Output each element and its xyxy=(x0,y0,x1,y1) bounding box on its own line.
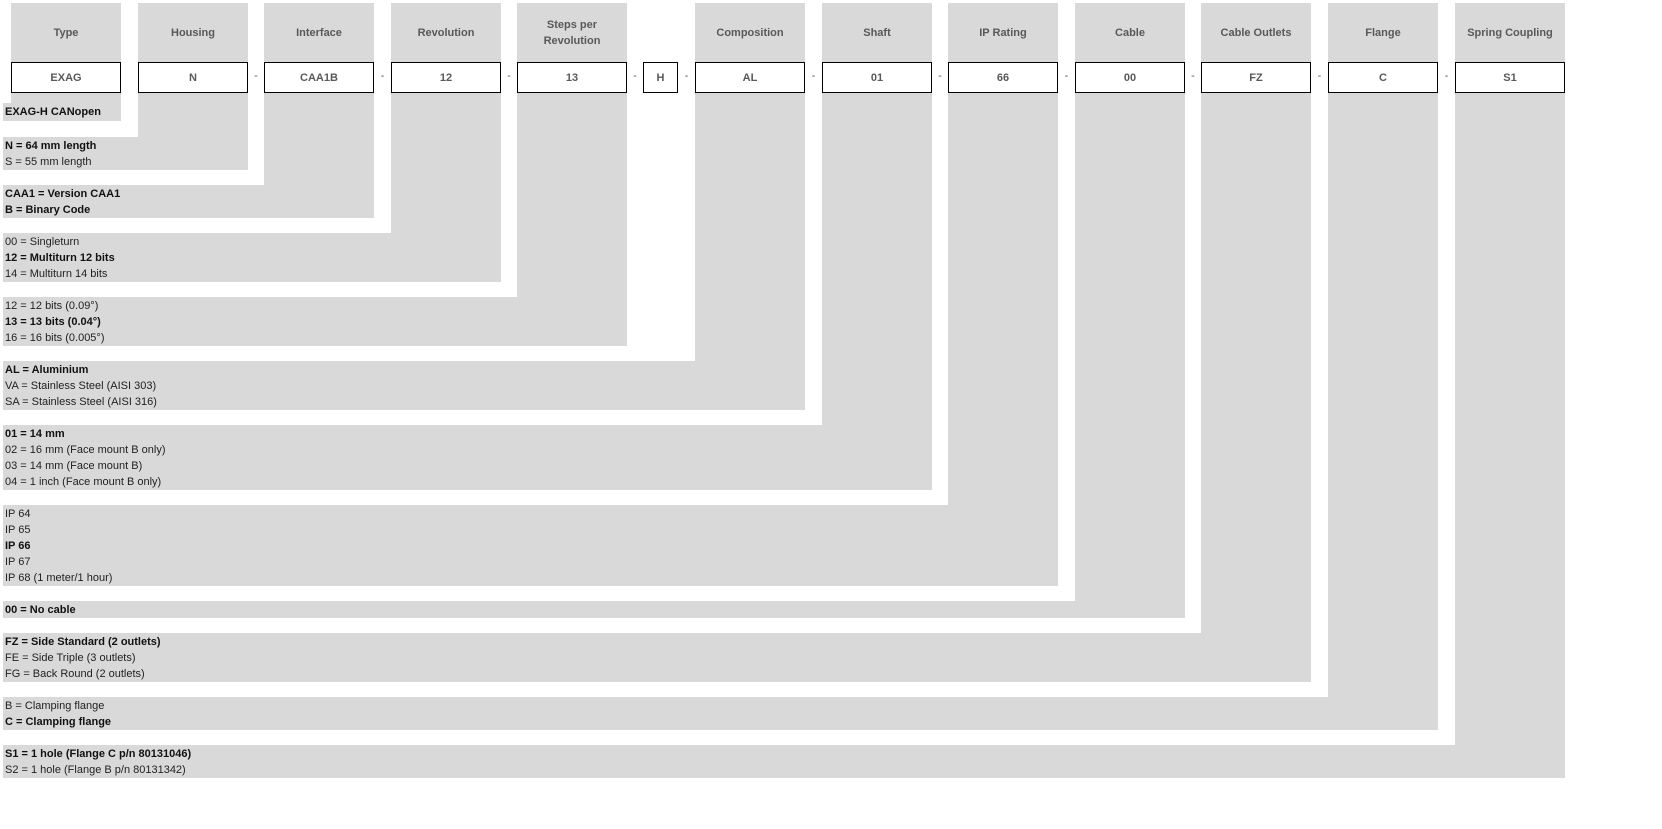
option-item: 00 = Singleturn xyxy=(5,236,80,248)
code-box-cable-outlets: FZ xyxy=(1201,62,1311,93)
option-item: IP 64 xyxy=(5,508,31,520)
options-revolution: 00 = Singleturn 12 = Multiturn 12 bits 14 … xyxy=(3,233,501,282)
option-item: S2 = 1 hole (Flange B p/n 80131342) xyxy=(5,764,186,776)
options-ip-rating: IP 64 IP 65 IP 66 IP 67 IP 68 (1 meter/1 hou… xyxy=(3,505,1058,586)
option-item: 03 = 14 mm (Face mount B) xyxy=(5,460,143,472)
option-item: 12 = 12 bits (0.09°) xyxy=(5,300,99,312)
option-item: FG = Back Round (2 outlets) xyxy=(5,668,145,680)
header-ip-rating: IP Rating xyxy=(979,26,1027,39)
option-item: IP 66 xyxy=(5,540,31,552)
options-shaft: 01 = 14 mm 02 = 16 mm (Face mount B only)… xyxy=(3,425,932,490)
header-composition: Composition xyxy=(716,26,784,39)
option-item: N = 64 mm length xyxy=(5,140,97,152)
code-box-ip-rating: 66 xyxy=(948,62,1058,93)
header-interface: Interface xyxy=(296,26,342,39)
header-flange: Flange xyxy=(1365,26,1401,39)
option-item: SA = Stainless Steel (AISI 316) xyxy=(5,396,157,408)
options-composition: AL = Aluminium VA = Stainless Steel (AISI… xyxy=(3,361,805,410)
option-item: EXAG-H CANopen xyxy=(5,106,101,118)
option-item: B = Binary Code xyxy=(5,204,91,216)
separator-dash: - xyxy=(380,70,385,82)
header-shaft: Shaft xyxy=(863,26,891,39)
column-spring-coupling xyxy=(1455,3,1565,778)
options-flange: B = Clamping flange C = Clamping flange xyxy=(3,697,1438,730)
separator-dash: - xyxy=(254,70,258,82)
option-item: S = 55 mm length xyxy=(5,156,92,168)
separator-dash: - xyxy=(633,70,637,82)
option-item: FZ = Side Standard (2 outlets) xyxy=(5,636,161,648)
option-item: 00 = No cable xyxy=(5,604,76,616)
header-steps-per-revolution: Steps per Revolution xyxy=(543,18,601,47)
separator-dash: - xyxy=(507,70,511,82)
separator-dash: - xyxy=(1191,70,1195,82)
separator-dash: - xyxy=(1064,70,1069,82)
option-item: IP 65 xyxy=(5,524,31,536)
header-cable: Cable xyxy=(1115,26,1145,39)
option-item: 02 = 16 mm (Face mount B only) xyxy=(5,444,166,456)
header-housing: Housing xyxy=(171,26,215,39)
options-cable-outlets: FZ = Side Standard (2 outlets) FE = Side … xyxy=(3,633,1311,682)
option-item: B = Clamping flange xyxy=(5,700,105,712)
option-item: CAA1 = Version CAA1 xyxy=(5,188,121,200)
separator-dash: - xyxy=(811,70,816,82)
code-box-composition: AL xyxy=(695,62,805,93)
column-cable xyxy=(1075,3,1185,618)
option-item: 14 = Multiturn 14 bits xyxy=(5,268,108,280)
code-box-h: H xyxy=(643,62,678,93)
separator-dash: - xyxy=(684,70,689,82)
separator-dash: - xyxy=(938,70,942,82)
options-type: EXAG-H CANopen xyxy=(3,103,121,121)
option-item: 12 = Multiturn 12 bits xyxy=(5,252,115,264)
code-box-interface: CAA1B xyxy=(264,62,374,93)
code-box-shaft: 01 xyxy=(822,62,932,93)
column-flange xyxy=(1328,3,1438,730)
options-housing: N = 64 mm length S = 55 mm length xyxy=(3,137,248,170)
options-spring-coupling: S1 = 1 hole (Flange C p/n 80131046) S2 = … xyxy=(3,745,1565,778)
option-item: C = Clamping flange xyxy=(5,716,112,728)
option-item: 04 = 1 inch (Face mount B only) xyxy=(5,476,162,488)
separator-dash: - xyxy=(1444,70,1449,82)
header-spring-coupling: Spring Coupling xyxy=(1467,26,1553,39)
options-steps-per-revolution: 12 = 12 bits (0.09°) 13 = 13 bits (0.04°)… xyxy=(3,297,627,346)
option-item: 13 = 13 bits (0.04°) xyxy=(5,316,101,328)
option-item: 16 = 16 bits (0.005°) xyxy=(5,332,105,344)
header-type: Type xyxy=(53,26,79,39)
option-item: AL = Aluminium xyxy=(5,364,89,376)
options-interface: CAA1 = Version CAA1 B = Binary Code xyxy=(3,185,374,218)
header-cable-outlets: Cable Outlets xyxy=(1220,26,1292,39)
code-box-flange: C xyxy=(1328,62,1438,93)
code-box-steps-per-revolution: 13 xyxy=(517,62,627,93)
option-item: IP 68 (1 meter/1 hour) xyxy=(5,572,113,584)
code-box-type: EXAG xyxy=(11,62,121,93)
option-item: VA = Stainless Steel (AISI 303) xyxy=(5,380,157,392)
option-item: IP 67 xyxy=(5,556,31,568)
separator-dash: - xyxy=(1317,70,1322,82)
code-box-revolution: 12 xyxy=(391,62,501,93)
column-cable-outlets xyxy=(1201,3,1311,682)
code-box-housing: N xyxy=(138,62,248,93)
option-item: S1 = 1 hole (Flange C p/n 80131046) xyxy=(5,748,192,760)
options-cable: 00 = No cable xyxy=(3,601,1185,618)
header-revolution: Revolution xyxy=(417,26,475,39)
option-item: 01 = 14 mm xyxy=(5,428,65,440)
option-item: FE = Side Triple (3 outlets) xyxy=(5,652,136,664)
code-box-spring-coupling: S1 xyxy=(1455,62,1565,93)
code-box-cable: 00 xyxy=(1075,62,1185,93)
